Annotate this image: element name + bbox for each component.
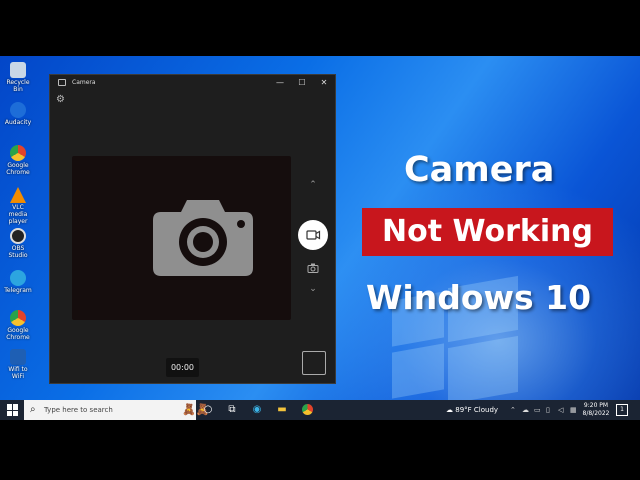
taskbar: ⌕ Type here to search 🧸🧸 ○ ⧉ ◉ ▬ ☁ 89°F … <box>0 400 640 420</box>
video-icon <box>306 230 321 240</box>
close-button[interactable]: ✕ <box>317 77 331 89</box>
chevron-down-icon[interactable]: ⌄ <box>306 283 320 295</box>
maximize-button[interactable]: ☐ <box>295 77 309 89</box>
desktop-icon-recycle-bin[interactable]: Recycle Bin <box>2 62 34 93</box>
battery-icon[interactable]: ▯ <box>546 404 550 416</box>
desktop-icon-vlc[interactable]: VLC media player <box>2 187 34 225</box>
desktop-icon-label: Google Chrome <box>6 327 30 341</box>
desktop-icon-obs[interactable]: OBS Studio <box>2 228 34 259</box>
headline-not-working: Not Working <box>362 208 613 256</box>
weather-desc: Cloudy <box>473 406 499 414</box>
network-icon[interactable]: ▭ <box>534 404 541 416</box>
video-frame: Recycle Bin Audacity Google Chrome VLC m… <box>0 0 640 480</box>
desktop-icon-label: Telegram <box>4 287 32 294</box>
camera-window: Camera — ☐ ✕ ⚙ ⌃ ⌄ 00:00 <box>49 74 336 384</box>
camera-icon <box>153 200 253 276</box>
headline-windows-10: Windows 10 <box>366 278 592 317</box>
task-view-icon[interactable]: ⧉ <box>225 403 239 417</box>
desktop-icon-chrome[interactable]: Google Chrome <box>2 145 34 176</box>
window-title: Camera <box>72 79 96 86</box>
tray-chevron-up-icon[interactable]: ⌃ <box>510 404 516 416</box>
audacity-icon <box>10 102 26 118</box>
telegram-icon <box>10 270 26 286</box>
recycle-bin-icon <box>10 62 26 78</box>
search-box[interactable]: ⌕ Type here to search 🧸🧸 <box>24 400 209 420</box>
camera-app-icon <box>58 79 66 86</box>
volume-icon[interactable]: ◁ <box>558 404 563 416</box>
chrome-icon <box>10 310 26 326</box>
desktop-icon-label: VLC media player <box>8 204 28 225</box>
minimize-button[interactable]: — <box>273 77 287 89</box>
video-capture-button[interactable] <box>298 220 328 250</box>
desktop-icon-label: Audacity <box>4 119 32 126</box>
clock[interactable]: 9:20 PM 8/8/2022 <box>582 402 610 418</box>
desktop-icon-telegram[interactable]: Telegram <box>2 270 34 294</box>
wallpaper-logo-pane <box>392 343 444 399</box>
camera-preview <box>72 156 291 320</box>
search-placeholder: Type here to search <box>44 406 113 414</box>
desktop-icon-audacity[interactable]: Audacity <box>2 102 34 126</box>
obs-icon <box>10 228 26 244</box>
edge-icon[interactable]: ◉ <box>250 403 264 417</box>
weather-temp: 89°F <box>455 406 472 414</box>
clock-time: 9:20 PM <box>583 402 609 409</box>
desktop-icon-label: Recycle Bin <box>6 79 30 93</box>
desktop-icon-label: Google Chrome <box>6 162 30 176</box>
headline-camera: Camera <box>404 150 555 190</box>
title-bar[interactable]: Camera — ☐ ✕ <box>50 75 335 91</box>
desktop-icon-chrome-2[interactable]: Google Chrome <box>2 310 34 341</box>
onedrive-icon[interactable]: ☁ <box>522 404 529 416</box>
clock-date: 8/8/2022 <box>582 410 610 417</box>
chrome-icon <box>10 145 26 161</box>
app-icon <box>10 349 26 365</box>
chevron-up-icon[interactable]: ⌃ <box>306 179 320 191</box>
cortana-icon[interactable]: ○ <box>201 403 215 417</box>
weather-widget[interactable]: ☁ 89°F Cloudy <box>446 404 498 416</box>
cloud-icon: ☁ <box>446 406 453 414</box>
settings-icon[interactable]: ⚙ <box>56 94 67 105</box>
chrome-icon[interactable] <box>300 403 314 417</box>
notification-icon[interactable]: 1 <box>616 404 628 416</box>
desktop-icon-app[interactable]: Wifi to WiFi <box>2 349 34 380</box>
file-explorer-icon[interactable]: ▬ <box>275 403 289 417</box>
recording-timer: 00:00 <box>166 358 199 377</box>
search-icon: ⌕ <box>30 404 36 415</box>
desktop-icon-label: Wifi to WiFi <box>8 366 28 380</box>
keyboard-icon[interactable]: ▦ <box>570 404 577 416</box>
desktop-icon-label: OBS Studio <box>8 245 28 259</box>
vlc-icon <box>10 187 26 203</box>
gallery-thumbnail[interactable] <box>302 351 326 375</box>
photo-mode-icon[interactable] <box>306 263 320 275</box>
start-button[interactable] <box>7 404 19 416</box>
